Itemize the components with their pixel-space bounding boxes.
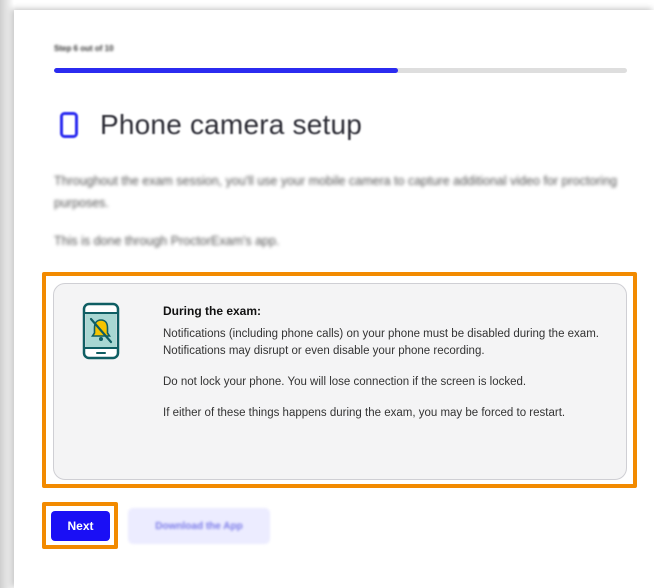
intro-text: Throughout the exam session, you'll use … [54, 174, 618, 210]
progress-bar-fill [54, 68, 398, 73]
page-title: Phone camera setup [100, 109, 362, 140]
next-button[interactable]: Next [51, 511, 110, 541]
progress-bar [54, 68, 627, 73]
download-app-button[interactable]: Download the App [128, 508, 270, 544]
step-label: Step 6 out of 10 [54, 44, 114, 53]
page-heading: Phone camera setup [56, 106, 362, 144]
phone-icon [60, 112, 78, 138]
notice-highlight-frame [42, 272, 637, 488]
intro-app-text: This is done through ProctorExam's app. [54, 234, 280, 248]
